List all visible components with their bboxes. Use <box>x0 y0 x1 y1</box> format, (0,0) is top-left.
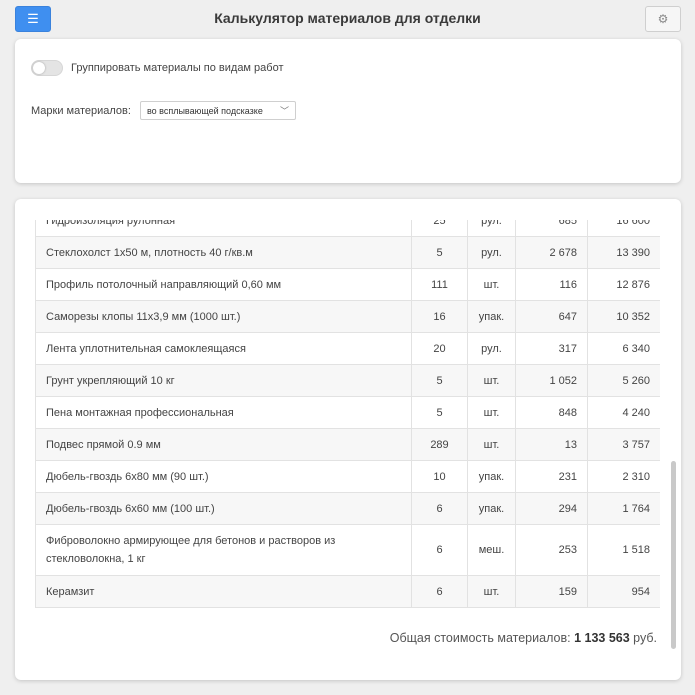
settings-button[interactable]: ⚙ <box>645 6 681 32</box>
table-row: Стеклохолст 1х50 м, плотность 40 г/кв.м 5… <box>35 236 660 269</box>
material-qty: 6 <box>411 492 468 525</box>
table-row: Саморезы клопы 11х3,9 мм (1000 шт.) 16 упа… <box>35 300 660 333</box>
group-toggle-row: Группировать материалы по видам работ <box>31 60 284 76</box>
material-name: Лента уплотнительная самоклеящаяся <box>35 332 412 365</box>
brands-select-value: во всплывающей подсказке <box>146 105 263 116</box>
group-by-work-toggle[interactable] <box>31 60 63 76</box>
material-qty: 5 <box>411 364 468 397</box>
material-price: 2 678 <box>515 236 588 269</box>
material-total: 954 <box>587 575 660 608</box>
material-qty: 16 <box>411 300 468 333</box>
material-name: Стеклохолст 1х50 м, плотность 40 г/кв.м <box>35 236 412 269</box>
material-price: 647 <box>515 300 588 333</box>
material-price: 685 <box>515 220 588 237</box>
material-total: 3 757 <box>587 428 660 461</box>
material-qty: 111 <box>411 268 468 301</box>
material-name: Подвес прямой 0.9 мм <box>35 428 412 461</box>
toggle-knob <box>33 62 45 74</box>
table-row: Дюбель-гвоздь 6х80 мм (90 шт.) 10 упак. 231… <box>35 460 660 493</box>
material-total: 12 876 <box>587 268 660 301</box>
material-total: 1 764 <box>587 492 660 525</box>
material-unit: рул. <box>467 332 516 365</box>
material-name: Керамзит <box>35 575 412 608</box>
material-unit: упак. <box>467 492 516 525</box>
material-unit: меш. <box>467 524 516 576</box>
brands-select[interactable]: во всплывающей подсказке ﹀ <box>139 101 296 120</box>
settings-panel: Группировать материалы по видам работ Ма… <box>15 39 681 183</box>
material-total: 10 352 <box>587 300 660 333</box>
material-name: Фиброволокно армирующее для бетонов и ра… <box>35 524 412 576</box>
table-row: Подвес прямой 0.9 мм 289 шт. 13 3 757 <box>35 428 660 461</box>
material-unit: шт. <box>467 364 516 397</box>
material-unit: упак. <box>467 300 516 333</box>
material-price: 253 <box>515 524 588 576</box>
material-name: Гидроизоляция рулонная <box>35 220 412 237</box>
material-qty: 5 <box>411 236 468 269</box>
table-scrollbar[interactable] <box>671 461 676 649</box>
table-row: Пена монтажная профессиональная 5 шт. 848 4 … <box>35 396 660 429</box>
material-qty: 25 <box>411 220 468 237</box>
gear-icon: ⚙ <box>657 12 669 26</box>
brands-row: Марки материалов: во всплывающей подсказ… <box>31 101 296 120</box>
material-name: Дюбель-гвоздь 6х60 мм (100 шт.) <box>35 492 412 525</box>
material-price: 231 <box>515 460 588 493</box>
material-price: 317 <box>515 332 588 365</box>
material-unit: шт. <box>467 575 516 608</box>
material-price: 159 <box>515 575 588 608</box>
material-price: 294 <box>515 492 588 525</box>
material-total: 5 260 <box>587 364 660 397</box>
chevron-down-icon: ﹀ <box>279 106 289 116</box>
material-unit: рул. <box>467 220 516 237</box>
material-name: Профиль потолочный направляющий 0,60 мм <box>35 268 412 301</box>
material-total: 1 518 <box>587 524 660 576</box>
table-row: Керамзит 6 шт. 159 954 <box>35 575 660 608</box>
total-cost-currency: руб. <box>633 631 657 645</box>
table-row: Грунт укрепляющий 10 кг 5 шт. 1 052 5 260 <box>35 364 660 397</box>
materials-table: Гидроизоляция рулонная 25 рул. 685 16 600 Ст… <box>35 220 660 608</box>
material-total: 16 600 <box>587 220 660 237</box>
total-cost: Общая стоимость материалов: 1 133 563 ру… <box>390 631 657 645</box>
material-unit: рул. <box>467 236 516 269</box>
material-price: 116 <box>515 268 588 301</box>
material-price: 1 052 <box>515 364 588 397</box>
material-price: 848 <box>515 396 588 429</box>
top-bar: ☰ Калькулятор материалов для отделки ⚙ <box>0 0 695 38</box>
material-name: Пена монтажная профессиональная <box>35 396 412 429</box>
material-qty: 10 <box>411 460 468 493</box>
materials-panel: Гидроизоляция рулонная 25 рул. 685 16 600 Ст… <box>15 199 681 680</box>
table-row: Профиль потолочный направляющий 0,60 мм 1… <box>35 268 660 301</box>
page-title: Калькулятор материалов для отделки <box>214 10 481 26</box>
group-toggle-label: Группировать материалы по видам работ <box>71 62 284 74</box>
material-unit: шт. <box>467 268 516 301</box>
material-qty: 6 <box>411 575 468 608</box>
material-total: 4 240 <box>587 396 660 429</box>
material-price: 13 <box>515 428 588 461</box>
material-qty: 289 <box>411 428 468 461</box>
brands-label: Марки материалов: <box>31 104 131 117</box>
table-row: Лента уплотнительная самоклеящаяся 20 рул.… <box>35 332 660 365</box>
material-total: 6 340 <box>587 332 660 365</box>
material-total: 2 310 <box>587 460 660 493</box>
table-row: Дюбель-гвоздь 6х60 мм (100 шт.) 6 упак. 294… <box>35 492 660 525</box>
table-row: Гидроизоляция рулонная 25 рул. 685 16 600 <box>35 220 660 237</box>
table-row: Фиброволокно армирующее для бетонов и ра… <box>35 524 660 576</box>
material-unit: шт. <box>467 428 516 461</box>
total-cost-label: Общая стоимость материалов: <box>389 631 571 645</box>
material-unit: упак. <box>467 460 516 493</box>
total-cost-value: 1 133 563 <box>574 631 630 645</box>
material-qty: 5 <box>411 396 468 429</box>
material-qty: 6 <box>411 524 468 576</box>
material-total: 13 390 <box>587 236 660 269</box>
material-unit: шт. <box>467 396 516 429</box>
materials-table-viewport[interactable]: Гидроизоляция рулонная 25 рул. 685 16 600 Ст… <box>35 220 660 610</box>
material-name: Грунт укрепляющий 10 кг <box>35 364 412 397</box>
material-qty: 20 <box>411 332 468 365</box>
material-name: Дюбель-гвоздь 6х80 мм (90 шт.) <box>35 460 412 493</box>
material-name: Саморезы клопы 11х3,9 мм (1000 шт.) <box>35 300 412 333</box>
